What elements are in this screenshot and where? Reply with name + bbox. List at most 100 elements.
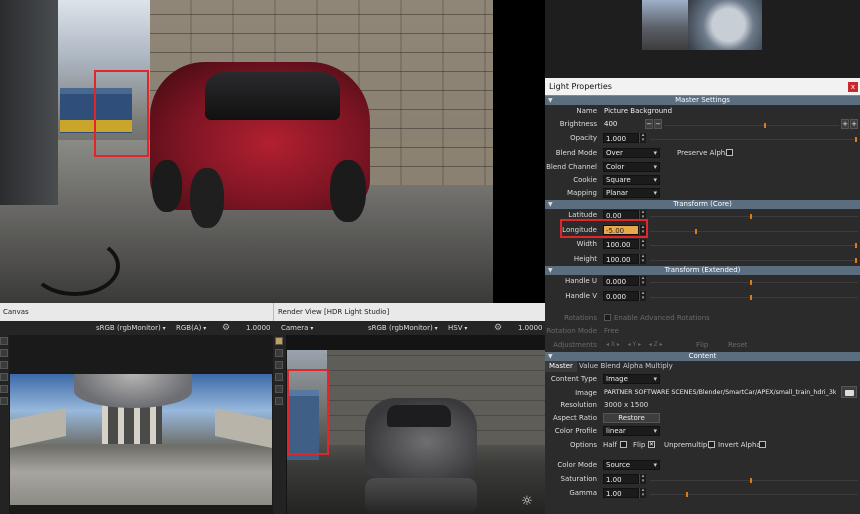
blend-mode-label: Blend Mode: [555, 149, 597, 157]
section-title: Transform (Extended): [664, 266, 741, 274]
longitude-highlight-box: [560, 219, 648, 238]
blend-channel-label: Blend Channel: [546, 163, 597, 171]
viewport-3d[interactable]: [0, 0, 493, 303]
paint-icon[interactable]: [275, 337, 283, 345]
mapping-select[interactable]: Planar: [603, 188, 660, 198]
sun-icon[interactable]: ☼: [516, 494, 538, 510]
saturation-spinner[interactable]: ▴ ▾: [639, 474, 646, 484]
cookie-select[interactable]: Square: [603, 175, 660, 185]
canvas-hdri-image[interactable]: [10, 374, 272, 505]
width-spinner[interactable]: ▴ ▾: [639, 239, 646, 249]
height-slider[interactable]: [650, 254, 858, 264]
rotation-mode-select[interactable]: Free: [604, 326, 619, 336]
content-type-select[interactable]: Image: [603, 374, 660, 384]
preserve-alpha-checkbox[interactable]: [726, 149, 733, 156]
zoom-icon[interactable]: [0, 373, 8, 381]
render-zoom-value: 1.0000: [518, 324, 543, 332]
hand-icon[interactable]: [275, 361, 283, 369]
collapse-icon: ▼: [548, 201, 553, 208]
canvas-channels-select[interactable]: RGB(A): [176, 321, 206, 336]
close-icon[interactable]: x: [848, 82, 858, 92]
gamma-label: Gamma: [569, 489, 597, 497]
width-input[interactable]: 100.00: [603, 239, 639, 249]
flip-checkbox[interactable]: ✕: [648, 441, 655, 448]
invert-alpha-checkbox[interactable]: [759, 441, 766, 448]
handle-v-input[interactable]: 0.000: [603, 291, 639, 301]
section-transform-core[interactable]: ▼ Transform (Core): [545, 200, 860, 209]
enable-advanced-rotations-checkbox[interactable]: [604, 314, 611, 321]
image-path-field[interactable]: PARTNER SOFTWARE SCENES/Blender/SmartCar…: [604, 388, 836, 398]
brightness-value[interactable]: 400: [604, 119, 617, 129]
canvas-color-space-select[interactable]: sRGB (rgbMonitor): [96, 321, 166, 336]
opacity-spinner[interactable]: ▴ ▾: [639, 133, 646, 143]
render-mode-select[interactable]: HSV: [448, 321, 467, 336]
brightness-increase-button[interactable]: +: [841, 119, 849, 129]
saturation-input[interactable]: 1.00: [603, 474, 639, 484]
light-properties-panel: [545, 96, 860, 514]
cursor-icon[interactable]: [0, 349, 8, 357]
section-transform-extended[interactable]: ▼ Transform (Extended): [545, 266, 860, 275]
half-checkbox[interactable]: [620, 441, 627, 448]
layer-icon[interactable]: [275, 385, 283, 393]
handle-u-slider[interactable]: [650, 276, 858, 286]
adjustments-label: Adjustments: [553, 341, 597, 349]
handle-u-input[interactable]: 0.000: [603, 276, 639, 286]
brightness-decrease-fine-button[interactable]: −: [654, 119, 662, 129]
unpremultiply-checkbox[interactable]: [708, 441, 715, 448]
brightness-slider[interactable]: [664, 119, 839, 129]
handle-u-spinner[interactable]: ▴ ▾: [639, 276, 646, 286]
blend-mode-select[interactable]: Over: [603, 148, 660, 158]
render-color-space-select[interactable]: sRGB (rgbMonitor): [368, 321, 438, 336]
latitude-slider[interactable]: [650, 210, 858, 220]
grid-icon[interactable]: [275, 397, 283, 405]
grid-icon[interactable]: [0, 397, 8, 405]
brightness-increase-fine-button[interactable]: +: [850, 119, 858, 129]
section-master-settings[interactable]: ▼ Master Settings: [545, 96, 860, 105]
height-spinner[interactable]: ▴ ▾: [639, 254, 646, 264]
handle-v-slider[interactable]: [650, 291, 858, 301]
highlight-box: [94, 70, 149, 157]
opacity-slider[interactable]: [650, 133, 858, 143]
collapse-icon: ▼: [548, 267, 553, 274]
folder-icon[interactable]: [841, 386, 857, 398]
gear-icon[interactable]: ⚙: [494, 323, 508, 333]
color-mode-select[interactable]: Source: [603, 460, 660, 470]
render-car-windshield: [387, 405, 451, 427]
image-label: Image: [575, 389, 597, 397]
paint-icon[interactable]: [0, 337, 8, 345]
canvas-zoom-value: 1.0000: [246, 324, 271, 332]
height-label: Height: [573, 255, 597, 263]
adjustment-arrows-icon[interactable]: ◂ X ▸ ◂ Y ▸ ◂ Z ▸: [606, 340, 663, 350]
reset-button[interactable]: Reset: [728, 340, 748, 350]
car-wheel: [330, 160, 366, 222]
gamma-slider[interactable]: [650, 488, 858, 498]
tab-alpha-multiply[interactable]: Alpha Multiply: [619, 361, 677, 372]
width-label: Width: [576, 240, 597, 248]
color-profile-select[interactable]: linear: [603, 426, 660, 436]
zoom-icon[interactable]: [275, 373, 283, 381]
gamma-input[interactable]: 1.00: [603, 488, 639, 498]
layer-icon[interactable]: [0, 385, 8, 393]
longitude-slider[interactable]: [650, 225, 858, 235]
opacity-input[interactable]: 1.000: [603, 133, 639, 143]
tab-master[interactable]: Master: [545, 361, 577, 372]
hand-icon[interactable]: [0, 361, 8, 369]
restore-button[interactable]: Restore: [603, 413, 660, 423]
tab-value-blend[interactable]: Value Blend: [575, 361, 624, 372]
height-input[interactable]: 100.00: [603, 254, 639, 264]
rotation-mode-label: Rotation Mode: [546, 327, 597, 335]
shed: [0, 0, 58, 205]
width-slider[interactable]: [650, 239, 858, 249]
cursor-icon[interactable]: [275, 349, 283, 357]
camera-select[interactable]: Camera: [281, 321, 313, 336]
name-value[interactable]: Picture Background: [604, 106, 672, 116]
brightness-decrease-button[interactable]: −: [645, 119, 653, 129]
handle-v-spinner[interactable]: ▴ ▾: [639, 291, 646, 301]
blend-channel-select[interactable]: Color: [603, 162, 660, 172]
gamma-spinner[interactable]: ▴ ▾: [639, 488, 646, 498]
flip-button[interactable]: Flip: [696, 340, 708, 350]
collapse-icon: ▼: [548, 97, 553, 104]
saturation-slider[interactable]: [650, 474, 858, 484]
gear-icon[interactable]: ⚙: [222, 323, 236, 333]
section-content[interactable]: ▼ Content: [545, 352, 860, 361]
